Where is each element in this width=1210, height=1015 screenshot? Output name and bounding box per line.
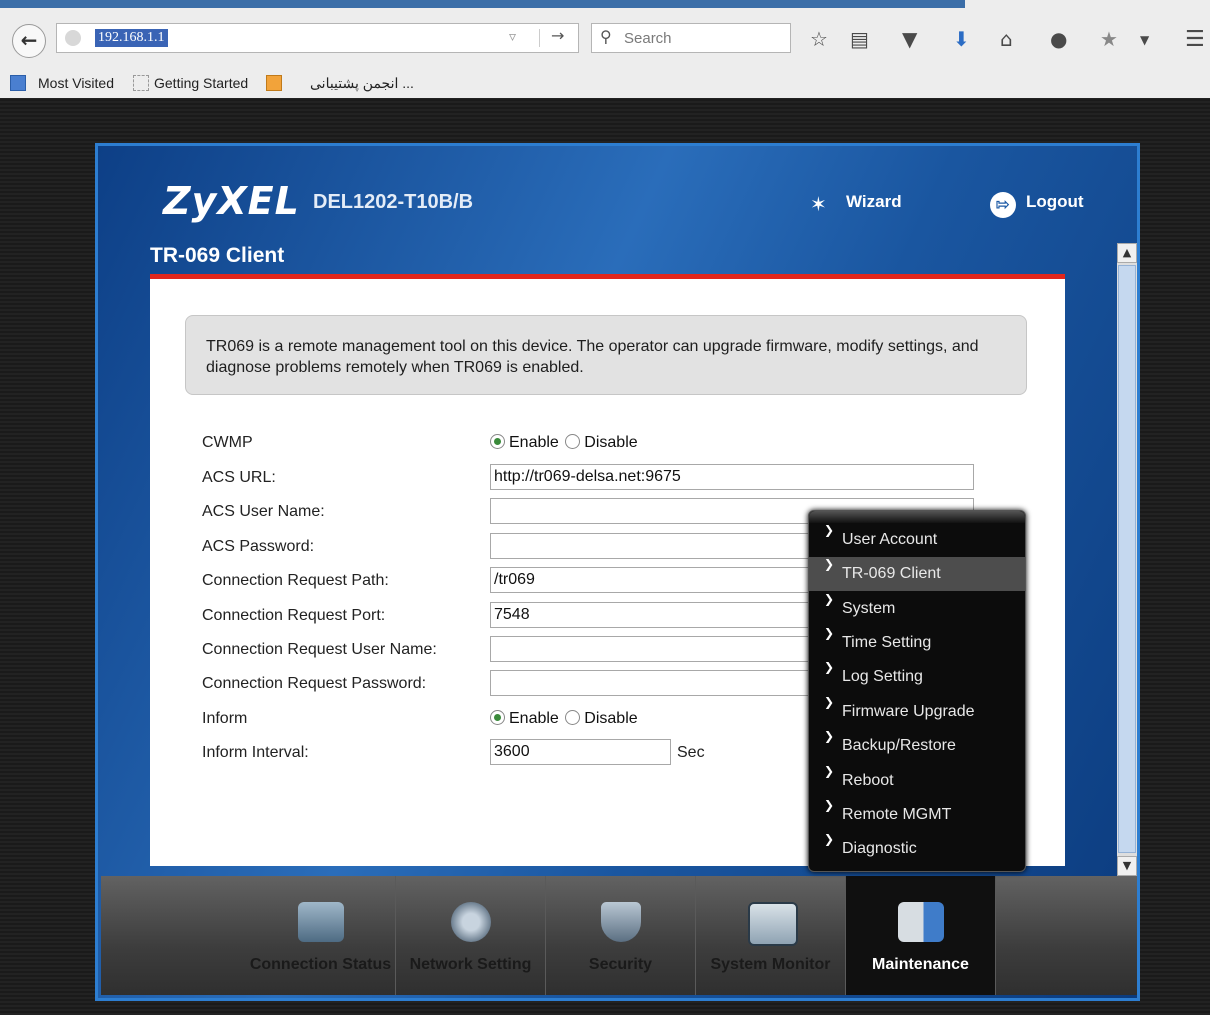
chevron-right-icon: ❯ [824,523,835,537]
bookmark-most-visited[interactable]: Most Visited [38,75,114,91]
menu-item-system[interactable]: ❯ System [809,592,1025,626]
nav-maintenance[interactable]: Maintenance [846,876,996,995]
menu-item-time-setting[interactable]: ❯ Time Setting [809,626,1025,660]
chevron-right-icon: ❯ [824,729,835,743]
cwmp-disable-label[interactable]: Disable [584,434,637,451]
maintenance-menu: ❯ User Account ❯ TR-069 Client ❯ System ❯ Ti… [808,510,1026,872]
search-placeholder: Search [624,30,672,47]
brand-logo: ZyXEL [163,179,300,223]
chevron-right-icon: ❯ [824,764,835,778]
browser-toolbar: ← 192.168.1.1 ▿ → ⚲ Search ☆ ▤ ▼ ⬇ ⌂ ● ★… [0,0,1210,71]
scroll-down-icon[interactable]: ▼ [1117,856,1137,876]
inform-label: Inform [202,710,248,727]
addon-icon[interactable]: ★ [1100,27,1118,51]
content-scrollbar[interactable]: ▲ ▼ [1117,243,1137,876]
cwmp-disable-radio[interactable] [565,434,581,449]
menu-item-user-account[interactable]: ❯ User Account [809,523,1025,557]
chevron-right-icon: ❯ [824,695,835,709]
acs-user-label: ACS User Name: [202,503,325,520]
addon-dropdown-icon[interactable]: ▼ [1140,33,1149,47]
wizard-link[interactable]: Wizard [846,192,902,212]
getting-started-icon [133,75,149,91]
conn-port-label: Connection Request Port: [202,607,386,624]
wizard-icon[interactable]: ✶ [810,192,836,218]
bookmark-getting-started[interactable]: Getting Started [154,75,248,91]
acs-url-input[interactable]: http://tr069-delsa.net:9675 [490,464,974,490]
cwmp-enable-radio[interactable] [490,434,505,449]
go-arrow-icon[interactable]: → [551,26,564,45]
menu-item-tr069-client[interactable]: ❯ TR-069 Client [809,557,1025,591]
scroll-thumb[interactable] [1118,265,1136,853]
interval-label: Inform Interval: [202,744,309,761]
scroll-up-icon[interactable]: ▲ [1117,243,1137,263]
nav-label: Network Setting [409,956,532,973]
url-dropdown-icon[interactable]: ▿ [509,29,516,45]
menu-item-log-setting[interactable]: ❯ Log Setting [809,660,1025,694]
chevron-right-icon: ❯ [824,557,835,571]
info-box: TR069 is a remote management tool on thi… [185,315,1027,395]
acs-url-label: ACS URL: [202,469,276,486]
monitor-chart-icon [747,902,798,946]
connection-status-icon [297,902,344,942]
chevron-right-icon: ❯ [824,626,835,640]
cwmp-enable-label[interactable]: Enable [509,434,559,451]
nav-system-monitor[interactable]: System Monitor [696,876,846,995]
menu-hamburger-icon[interactable]: ☰ [1185,27,1205,52]
inform-enable-label[interactable]: Enable [509,710,559,727]
site-identity-icon[interactable] [65,30,81,46]
nav-security[interactable]: Security [546,876,696,995]
url-bar[interactable]: 192.168.1.1 ▿ → [56,23,579,53]
inform-enable-radio[interactable] [490,710,505,725]
back-button[interactable]: ← [12,24,46,58]
model-name: DEL1202-T10B/B [313,191,474,213]
menu-item-backup-restore[interactable]: ❯ Backup/Restore [809,729,1025,763]
bookmarks-bar: Most Visited Getting Started ... انجمن پ… [0,70,1210,99]
conn-user-label: Connection Request User Name: [202,641,437,658]
interval-unit: Sec [677,744,705,761]
search-input[interactable]: ⚲ Search [591,23,791,53]
nav-label: Connection Status [249,956,392,973]
cwmp-radio-group: Enable Disable [490,434,638,452]
reading-list-icon[interactable]: ▤ [850,27,869,51]
chevron-right-icon: ❯ [824,798,835,812]
logout-icon[interactable]: ⇰ [990,192,1016,218]
menu-item-reboot[interactable]: ❯ Reboot [809,764,1025,798]
nav-label: Maintenance [872,956,969,973]
conn-password-label: Connection Request Password: [202,675,427,692]
menu-item-firmware-upgrade[interactable]: ❯ Firmware Upgrade [809,695,1025,729]
inform-radio-group: Enable Disable [490,710,638,728]
bookmark-support-forum[interactable]: ... انجمن پشتیبانی [310,75,414,92]
chat-icon[interactable]: ● [1050,27,1067,51]
pocket-icon[interactable]: ▼ [902,27,917,51]
conn-path-label: Connection Request Path: [202,572,389,589]
url-text[interactable]: 192.168.1.1 [95,29,168,47]
chevron-right-icon: ❯ [824,660,835,674]
logout-link[interactable]: Logout [1026,192,1084,212]
interval-input[interactable]: 3600 [490,739,671,765]
chevron-right-icon: ❯ [824,832,835,846]
nav-label: Security [588,956,653,973]
shield-icon [600,902,641,942]
bottom-nav: Connection Status Network Setting Securi… [101,876,1137,995]
bookmark-star-icon[interactable]: ☆ [810,27,828,51]
search-icon: ⚲ [600,27,612,46]
download-icon[interactable]: ⬇ [953,27,970,51]
most-visited-icon [10,75,26,91]
chevron-right-icon: ❯ [824,592,835,606]
gear-icon [450,902,491,942]
nav-label: System Monitor [710,956,831,973]
nav-network-setting[interactable]: Network Setting [396,876,546,995]
inform-disable-label[interactable]: Disable [584,710,637,727]
page-title: TR-069 Client [150,244,285,267]
nav-connection-status[interactable]: Connection Status [246,876,396,995]
menu-item-remote-mgmt[interactable]: ❯ Remote MGMT [809,798,1025,832]
acs-password-label: ACS Password: [202,538,315,555]
cwmp-label: CWMP [202,434,253,451]
home-icon[interactable]: ⌂ [1000,27,1013,51]
menu-item-diagnostic[interactable]: ❯ Diagnostic [809,832,1025,866]
maintenance-icon [897,902,944,942]
inform-disable-radio[interactable] [565,710,581,725]
rss-feed-icon [266,75,282,91]
